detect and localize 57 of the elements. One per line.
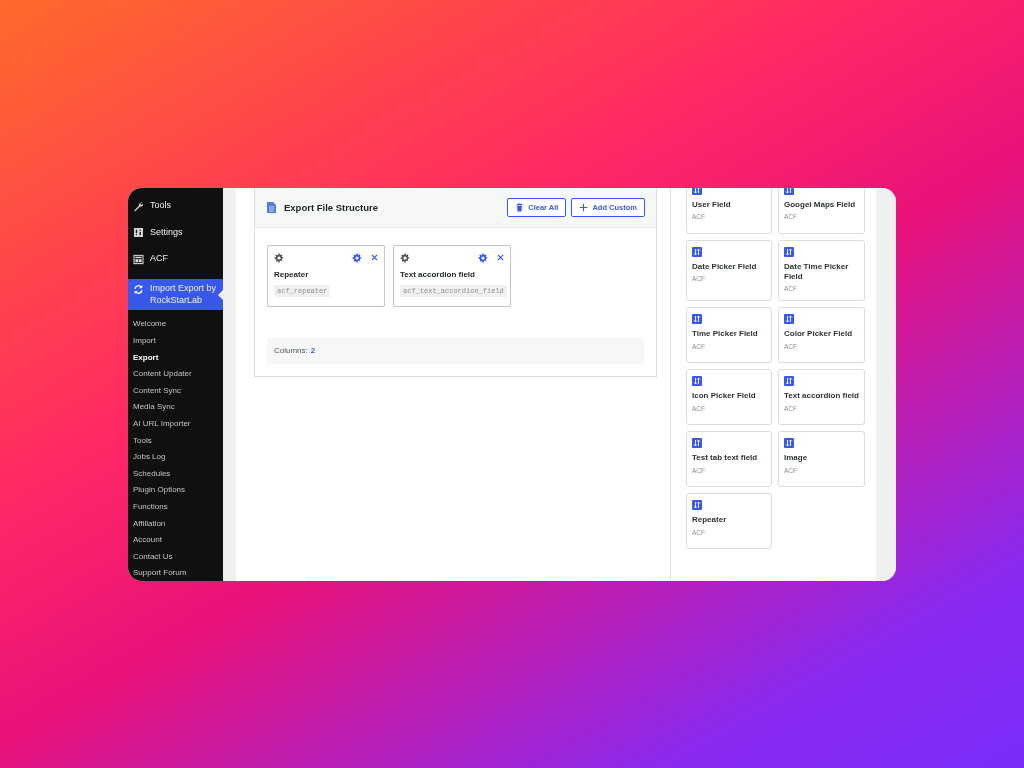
sort-icon [784,376,794,387]
sort-icon [784,314,794,325]
menu-item[interactable]: ACF [128,248,223,270]
columns-label: Columns: [274,346,308,355]
field-option-title: Time Picker Field [692,329,759,340]
field-option-title: Date Picker Field [692,261,758,272]
field-option-title: Text accordion field [784,391,859,402]
sort-icon [692,314,702,325]
sort-icon [692,376,702,387]
submenu-item[interactable]: Content Sync [128,382,223,400]
submenu-item[interactable]: Functions [128,498,223,516]
submenu-item[interactable]: Affiliation [128,515,223,533]
submenu-item[interactable]: Schedules [128,465,223,483]
document-icon [267,201,276,213]
field-option-title: Repeater [692,515,728,526]
field-title: Text accordion field [400,269,476,279]
sort-icon [692,246,702,257]
menu-item[interactable]: Settings [128,222,223,243]
field-title: Repeater [274,269,310,279]
submenu-item[interactable]: Tools [128,432,223,450]
close-icon[interactable] [497,254,504,261]
gear-icon[interactable] [274,252,284,263]
sort-icon [784,438,794,449]
field-option-title: Color Picker Field [784,329,854,340]
field-option-title: Image [784,453,809,464]
grid-icon [133,253,144,265]
settings-icon[interactable] [352,252,362,263]
field-option-title: Googel Maps Field [784,199,857,210]
submenu-item[interactable]: Export [128,349,223,367]
panel-title: Export File Structure [284,201,379,213]
menu-item[interactable]: Tools [128,195,223,217]
submenu-item[interactable]: Support Forum [128,565,223,581]
sync-icon [133,284,144,295]
submenu-item[interactable]: AI URL Importer [128,415,223,433]
submenu-item[interactable]: Import [128,332,223,350]
submenu-item[interactable]: Account [128,532,223,549]
submenu-item[interactable]: Jobs Log [128,449,223,466]
sort-icon [784,246,794,257]
columns-count: 2 [310,346,316,355]
menu-item[interactable]: Import Export by RockStarLab [128,279,223,311]
submenu-item[interactable]: Plugin Options [128,482,223,499]
field-option-title: Icon Picker Field [692,391,757,402]
submenu-item[interactable]: Media Sync [128,399,223,416]
submenu-item[interactable]: Contact Us [128,548,223,566]
field-option-title: User Field [692,199,732,210]
field-option-title: Test tab text field [692,453,759,464]
sort-icon [692,500,702,511]
submenu-item[interactable]: Welcome [128,316,223,333]
gear-icon[interactable] [400,252,410,263]
sort-icon [692,438,702,449]
close-icon[interactable] [371,254,378,261]
sliders-icon [133,227,144,238]
settings-icon[interactable] [478,252,488,263]
field-option-title: Date Time Picker Field [784,261,850,283]
submenu-item[interactable]: Content Updater [128,366,223,383]
plus-icon [579,202,589,212]
trash-icon [515,202,525,212]
